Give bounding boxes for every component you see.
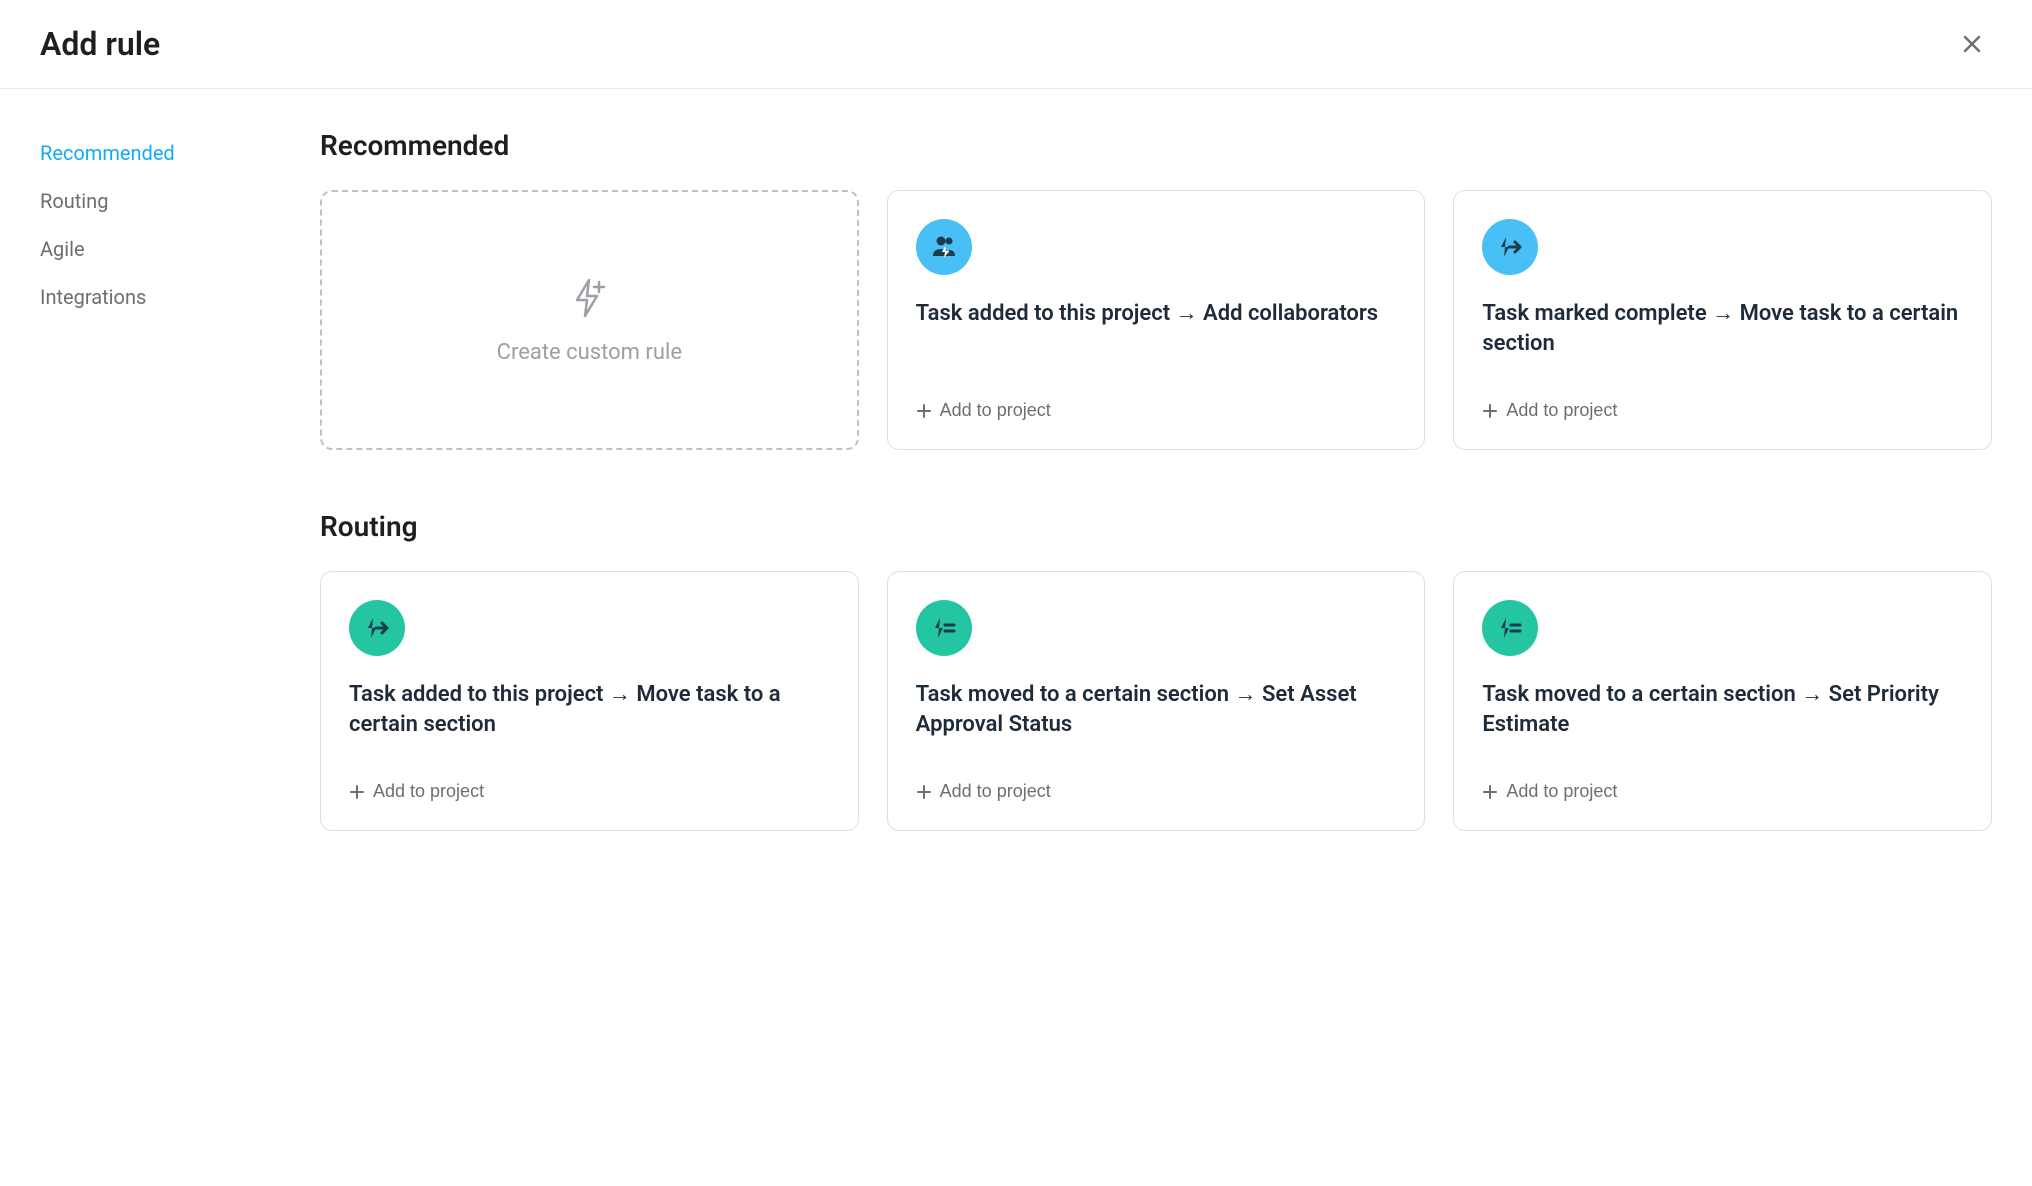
add-to-project-label: Add to project [940,400,1051,421]
sidebar-item-recommended[interactable]: Recommended [40,129,280,177]
plus-icon [349,784,365,800]
create-custom-rule-card[interactable]: Create custom rule [320,190,859,450]
content-area: Recommended Create custom rule [320,129,1992,891]
add-to-project-label: Add to project [1506,781,1617,802]
card-grid: Task added to this project → Move task t… [320,571,1992,831]
people-bolt-icon [916,219,972,275]
add-to-project-button[interactable]: Add to project [916,781,1397,802]
add-to-project-button[interactable]: Add to project [1482,781,1963,802]
bolt-arrow-icon [1482,219,1538,275]
sidebar: Recommended Routing Agile Integrations [40,129,280,891]
section-title: Routing [320,510,1992,543]
sidebar-item-routing[interactable]: Routing [40,177,280,225]
add-to-project-button[interactable]: Add to project [1482,400,1963,421]
close-button[interactable] [1952,24,1992,64]
lightning-plus-icon [567,276,611,324]
section-title: Recommended [320,129,1992,162]
section-routing: Routing Task added to this project → Mov… [320,510,1992,831]
plus-icon [1482,403,1498,419]
sidebar-item-integrations[interactable]: Integrations [40,273,280,321]
modal-body: Recommended Routing Agile Integrations R… [0,89,2032,931]
plus-icon [916,403,932,419]
rule-card[interactable]: Task marked complete → Move task to a ce… [1453,190,1992,450]
sidebar-item-label: Routing [40,189,108,213]
add-to-project-button[interactable]: Add to project [349,781,830,802]
rule-card-title: Task added to this project → Move task t… [349,680,830,761]
section-recommended: Recommended Create custom rule [320,129,1992,450]
sidebar-item-label: Integrations [40,285,146,309]
add-to-project-label: Add to project [1506,400,1617,421]
rule-card[interactable]: Task added to this project → Move task t… [320,571,859,831]
modal-header: Add rule [0,0,2032,89]
bolt-arrow-icon [349,600,405,656]
add-to-project-label: Add to project [373,781,484,802]
rule-card-title: Task moved to a certain section → Set As… [916,680,1397,761]
rule-card-title: Task moved to a certain section → Set Pr… [1482,680,1963,761]
rule-card[interactable]: Task added to this project → Add collabo… [887,190,1426,450]
sidebar-item-agile[interactable]: Agile [40,225,280,273]
plus-icon [1482,784,1498,800]
page-title: Add rule [40,25,160,63]
rule-card[interactable]: Task moved to a certain section → Set Pr… [1453,571,1992,831]
plus-icon [916,784,932,800]
sidebar-item-label: Recommended [40,141,175,165]
bolt-lines-icon [916,600,972,656]
custom-rule-label: Create custom rule [497,340,682,365]
add-to-project-label: Add to project [940,781,1051,802]
close-icon [1960,32,1984,56]
add-to-project-button[interactable]: Add to project [916,400,1397,421]
rule-card-title: Task marked complete → Move task to a ce… [1482,299,1963,380]
card-grid: Create custom rule Task added to this pr… [320,190,1992,450]
rule-card[interactable]: Task moved to a certain section → Set As… [887,571,1426,831]
sidebar-item-label: Agile [40,237,85,261]
bolt-lines-icon [1482,600,1538,656]
rule-card-title: Task added to this project → Add collabo… [916,299,1397,380]
